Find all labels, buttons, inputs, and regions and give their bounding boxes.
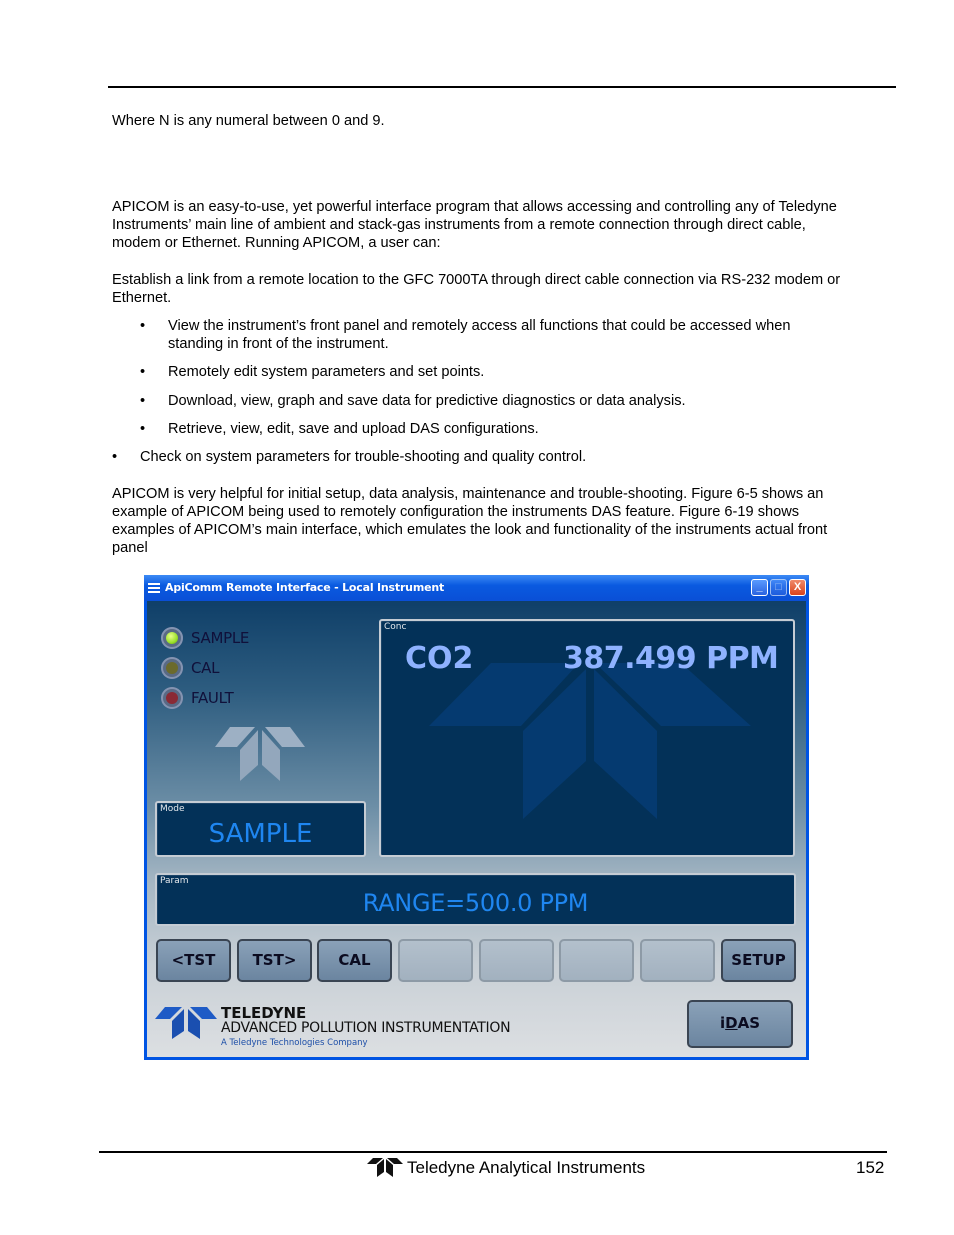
led-label: CAL	[191, 659, 220, 677]
bullet-text: Remotely edit system parameters and set …	[168, 364, 485, 380]
header-rule	[108, 86, 896, 88]
bullet-glyph: •	[112, 449, 118, 465]
window-title: ApiComm Remote Interface - Local Instrum…	[165, 581, 445, 594]
mode-value: SAMPLE	[208, 819, 313, 849]
concentration-value: 387.499 PPM	[563, 641, 779, 676]
minimize-icon: _	[756, 581, 763, 593]
maximize-button[interactable]: □	[770, 579, 787, 596]
gas-name: CO2	[405, 641, 474, 676]
key-blank[interactable]	[479, 939, 554, 982]
key-tst-next[interactable]: TST>	[237, 939, 312, 982]
teledyne-brand-logo-icon	[155, 1007, 217, 1039]
paragraph-establish-link: Establish a link from a remote location …	[112, 272, 841, 306]
bullet-text: View the instrument’s front panel and re…	[168, 318, 791, 352]
app-icon	[148, 581, 160, 595]
bullet-glyph: •	[140, 421, 146, 437]
conc-panel: Conc CO2 387.499 PPM	[379, 619, 795, 857]
led-icon-fault	[161, 687, 183, 709]
page-number: 152	[856, 1158, 885, 1177]
led-icon-cal	[161, 657, 183, 679]
intro-line: Where N is any numeral between 0 and 9.	[112, 113, 385, 129]
close-icon: X	[793, 581, 802, 593]
footer-company: Teledyne Analytical Instruments	[407, 1158, 646, 1177]
idas-suffix: AS	[737, 1014, 761, 1032]
led-icon-sample	[161, 627, 183, 649]
bullet-glyph: •	[140, 364, 146, 380]
key-setup[interactable]: SETUP	[721, 939, 796, 982]
bullet-glyph: •	[140, 318, 146, 334]
paragraph-apicom-intro: APICOM is an easy-to-use, yet powerful i…	[112, 199, 837, 251]
param-label: Param	[160, 876, 189, 886]
led-label: FAULT	[191, 689, 234, 707]
bullet-text: Check on system parameters for trouble-s…	[140, 449, 587, 465]
key-blank[interactable]	[640, 939, 715, 982]
conc-label: Conc	[384, 622, 407, 632]
key-cal[interactable]: CAL	[317, 939, 392, 982]
param-value: RANGE=500.0 PPM	[362, 889, 589, 917]
window-titlebar[interactable]: ApiComm Remote Interface - Local Instrum…	[144, 575, 809, 601]
key-tst-prev[interactable]: <TST	[156, 939, 231, 982]
key-blank[interactable]	[559, 939, 634, 982]
teledyne-footer-logo-icon	[367, 1158, 403, 1177]
brand-tagline: A Teledyne Technologies Company	[221, 1038, 368, 1048]
mode-panel: Mode SAMPLE	[155, 801, 366, 857]
mode-label: Mode	[160, 804, 185, 814]
key-blank[interactable]	[398, 939, 473, 982]
front-panel: SAMPLE CAL FAULT Conc CO2 387.499 PPM Mo…	[147, 601, 806, 1057]
brand-division: ADVANCED POLLUTION INSTRUMENTATION	[221, 1020, 511, 1036]
footer-rule	[99, 1151, 887, 1153]
param-panel: Param RANGE=500.0 PPM	[155, 873, 796, 926]
led-label: SAMPLE	[191, 629, 250, 647]
maximize-icon: □	[775, 581, 782, 593]
minimize-button[interactable]: _	[751, 579, 768, 596]
apicomm-window: ApiComm Remote Interface - Local Instrum…	[144, 575, 809, 1060]
paragraph-apicom-helpful: APICOM is very helpful for initial setup…	[112, 486, 828, 556]
idas-button[interactable]: iDAS	[687, 1000, 793, 1048]
bullet-text: Download, view, graph and save data for …	[168, 393, 686, 409]
bullet-glyph: •	[140, 393, 146, 409]
close-button[interactable]: X	[789, 579, 806, 596]
idas-mnemonic: D	[725, 1014, 738, 1032]
brand-block: TELEDYNE ADVANCED POLLUTION INSTRUMENTAT…	[155, 1001, 515, 1051]
teledyne-logo-icon	[215, 727, 305, 781]
bullet-text: Retrieve, view, edit, save and upload DA…	[168, 421, 539, 437]
